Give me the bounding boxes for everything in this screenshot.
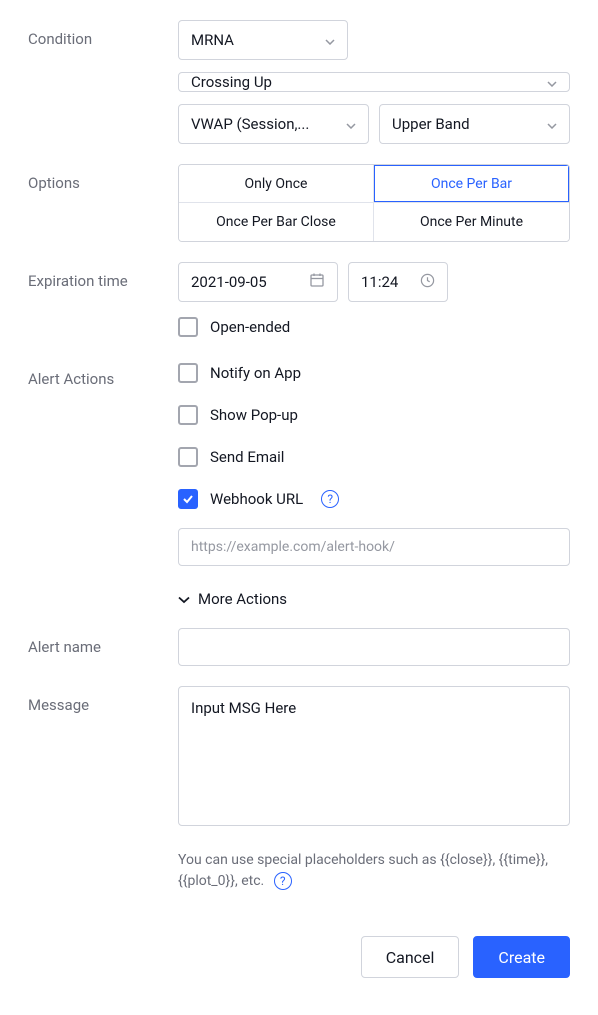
condition-trigger-select[interactable]: Crossing Up [178, 72, 570, 92]
notify-on-app-label: Notify on App [210, 364, 301, 382]
label-condition: Condition [28, 20, 178, 48]
calendar-icon [309, 272, 325, 292]
label-message: Message [28, 686, 178, 714]
options-grid: Only Once Once Per Bar Once Per Bar Clos… [178, 164, 570, 242]
webhook-url-input[interactable] [178, 528, 570, 566]
help-icon[interactable]: ? [321, 490, 339, 508]
more-actions-label: More Actions [198, 590, 287, 608]
option-once-per-bar[interactable]: Once Per Bar [374, 165, 569, 203]
label-expiration: Expiration time [28, 262, 178, 290]
option-only-once[interactable]: Only Once [179, 165, 374, 203]
expiration-time-input[interactable]: 11:24 [348, 262, 448, 302]
label-alert-name: Alert name [28, 628, 178, 656]
chevron-down-icon [547, 73, 557, 91]
show-popup-label: Show Pop-up [210, 406, 298, 424]
open-ended-label: Open-ended [210, 318, 290, 336]
condition-symbol-value: MRNA [191, 31, 234, 49]
chevron-down-icon [547, 115, 557, 133]
condition-indicator-value: VWAP (Session,... [191, 115, 309, 133]
condition-symbol-select[interactable]: MRNA [178, 20, 348, 60]
show-popup-checkbox[interactable] [178, 405, 198, 425]
send-email-checkbox[interactable] [178, 447, 198, 467]
message-textarea[interactable] [178, 686, 570, 826]
label-alert-actions: Alert Actions [28, 360, 178, 388]
chevron-down-icon [178, 590, 190, 608]
expiration-time-value: 11:24 [361, 273, 398, 291]
expiration-date-input[interactable]: 2021-09-05 [178, 262, 338, 302]
message-hint: You can use special placeholders such as… [178, 850, 570, 892]
create-button[interactable]: Create [473, 936, 570, 978]
label-options: Options [28, 164, 178, 192]
condition-band-value: Upper Band [392, 115, 470, 133]
help-icon[interactable]: ? [274, 872, 292, 890]
webhook-url-checkbox[interactable] [178, 489, 198, 509]
condition-indicator-select[interactable]: VWAP (Session,... [178, 104, 369, 144]
notify-on-app-checkbox[interactable] [178, 363, 198, 383]
alert-name-input[interactable] [178, 628, 570, 666]
send-email-label: Send Email [210, 448, 284, 466]
option-once-per-bar-close[interactable]: Once Per Bar Close [179, 203, 374, 241]
expiration-date-value: 2021-09-05 [191, 273, 267, 291]
clock-icon [420, 273, 435, 292]
option-once-per-minute[interactable]: Once Per Minute [374, 203, 569, 241]
condition-trigger-value: Crossing Up [191, 73, 272, 91]
chevron-down-icon [346, 115, 356, 133]
chevron-down-icon [325, 31, 335, 49]
open-ended-checkbox[interactable] [178, 317, 198, 337]
cancel-button[interactable]: Cancel [361, 936, 460, 978]
webhook-url-label: Webhook URL [210, 490, 303, 508]
more-actions-toggle[interactable]: More Actions [178, 590, 570, 608]
condition-band-select[interactable]: Upper Band [379, 104, 570, 144]
